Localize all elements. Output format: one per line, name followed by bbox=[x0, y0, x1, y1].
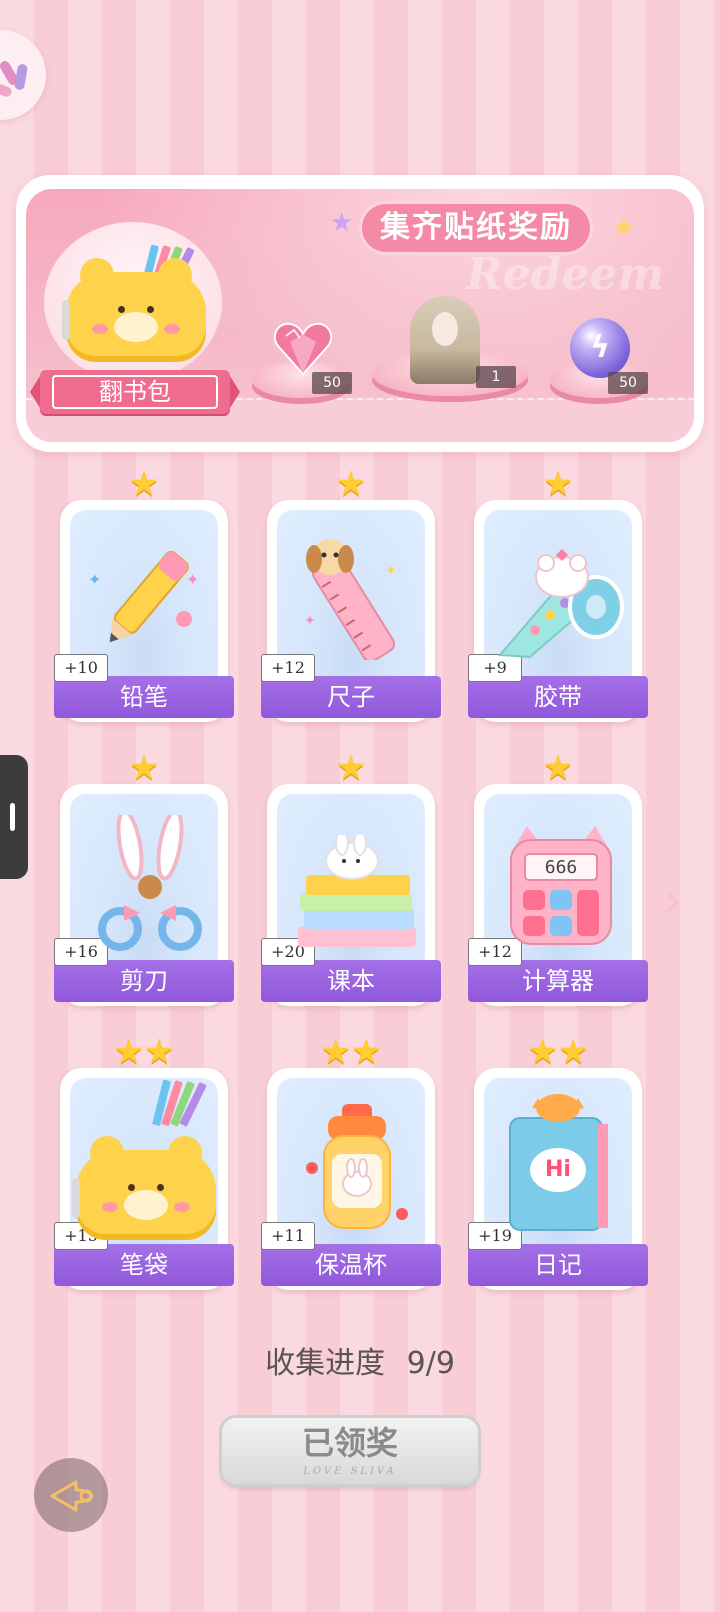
pencil-art: ✦ ✦ bbox=[88, 550, 199, 643]
textbook-art bbox=[298, 835, 416, 947]
star-icon: ★ bbox=[542, 464, 574, 504]
svg-text:✦: ✦ bbox=[385, 563, 397, 579]
back-button[interactable] bbox=[34, 1458, 108, 1532]
sticker-label: 剪刀 bbox=[54, 960, 234, 1002]
rarity-stars: ★ bbox=[60, 466, 228, 508]
bear-pencil-bag-art bbox=[72, 1136, 216, 1240]
sparkle-star-icon: ★ bbox=[612, 213, 636, 243]
claimed-button-sub: LOVE SLIVA bbox=[303, 1466, 397, 1477]
flip-bag-ribbon[interactable]: 翻书包 bbox=[30, 370, 240, 414]
star-icon: ★ bbox=[335, 464, 367, 504]
progress-label: 收集进度 bbox=[265, 1346, 386, 1381]
star-icon: ★ bbox=[558, 1032, 589, 1072]
diary-art: Hi bbox=[502, 1094, 622, 1234]
reward-qty: 1 bbox=[476, 366, 516, 388]
svg-text:✦: ✦ bbox=[186, 570, 199, 589]
sticker-label: 笔袋 bbox=[54, 1244, 234, 1286]
calculator-display: 666 bbox=[544, 857, 578, 878]
washi-tape-art bbox=[497, 549, 624, 659]
star-icon: ★ bbox=[335, 748, 367, 788]
star-icon: ★ bbox=[351, 1032, 382, 1072]
bear-pencil-bag-icon bbox=[62, 258, 206, 362]
chevron-right-icon[interactable]: › bbox=[664, 877, 690, 923]
sticker-label: 胶带 bbox=[468, 676, 648, 718]
rarity-stars: ★ bbox=[474, 466, 642, 508]
sticker-label: 铅笔 bbox=[54, 676, 234, 718]
star-icon: ★ bbox=[527, 1032, 558, 1072]
sticker-label: 尺子 bbox=[261, 676, 441, 718]
ruler-art: ✦ ✦ bbox=[304, 539, 397, 660]
heart-gem-icon[interactable] bbox=[272, 318, 334, 380]
scissors-art bbox=[98, 815, 202, 951]
sticker-label: 计算器 bbox=[468, 960, 648, 1002]
star-icon: ★ bbox=[320, 1032, 351, 1072]
rarity-stars: ★★ bbox=[267, 1034, 435, 1076]
svg-text:✦: ✦ bbox=[88, 570, 101, 589]
rarity-stars: ★ bbox=[474, 750, 642, 792]
sticker-label: 课本 bbox=[261, 960, 441, 1002]
energy-orb-icon[interactable]: ϟ bbox=[570, 318, 630, 378]
thermos-art bbox=[306, 1104, 408, 1229]
star-icon: ★ bbox=[128, 464, 160, 504]
collection-progress: 收集进度 9/9 bbox=[0, 1338, 720, 1382]
back-arrow-icon bbox=[50, 1480, 94, 1512]
calculator-art: 666 bbox=[507, 826, 615, 946]
sticker-label: 日记 bbox=[468, 1244, 648, 1286]
rarity-stars: ★★ bbox=[474, 1034, 642, 1076]
rarity-stars: ★ bbox=[60, 750, 228, 792]
diary-hi-text: Hi bbox=[545, 1157, 571, 1182]
banner-watermark: Redeem bbox=[466, 249, 664, 300]
menu-corner-button[interactable] bbox=[0, 30, 46, 120]
pinwheel-icon-petal bbox=[13, 63, 29, 91]
star-icon: ★ bbox=[128, 748, 160, 788]
sparkle-star-icon: ★ bbox=[330, 208, 354, 238]
rarity-stars: ★ bbox=[267, 466, 435, 508]
banner-title: 集齐贴纸奖励 bbox=[362, 204, 590, 252]
star-icon: ★ bbox=[542, 748, 574, 788]
svg-text:✦: ✦ bbox=[304, 613, 316, 629]
rarity-stars: ★ bbox=[267, 750, 435, 792]
star-icon: ★ bbox=[144, 1032, 175, 1072]
claimed-button[interactable]: 已领奖 LOVE SLIVA bbox=[222, 1418, 478, 1484]
star-icon: ★ bbox=[113, 1032, 144, 1072]
sticker-label: 保温杯 bbox=[261, 1244, 441, 1286]
side-drawer-handle[interactable] bbox=[0, 755, 28, 879]
flip-bag-label: 翻书包 bbox=[52, 375, 218, 409]
reward-qty: 50 bbox=[608, 372, 648, 394]
handle-grip-icon bbox=[10, 803, 15, 831]
rarity-stars: ★★ bbox=[60, 1034, 228, 1076]
character-portrait-icon[interactable] bbox=[410, 296, 480, 384]
progress-value: 9/9 bbox=[406, 1346, 455, 1381]
claimed-button-label: 已领奖 bbox=[301, 1424, 398, 1462]
sticker-bonus: +10 bbox=[54, 654, 108, 682]
reward-qty: 50 bbox=[312, 372, 352, 394]
